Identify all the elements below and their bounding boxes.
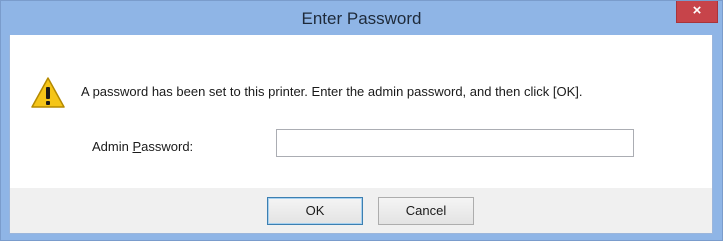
window-title: Enter Password: [301, 9, 422, 28]
label-suffix: assword:: [141, 139, 194, 154]
admin-password-label: Admin Password:: [92, 139, 193, 154]
warning-icon: [31, 77, 65, 108]
label-prefix: Admin: [92, 139, 133, 154]
title-bar[interactable]: Enter Password ×: [1, 1, 722, 35]
ok-button[interactable]: OK: [267, 197, 363, 225]
cancel-button[interactable]: Cancel: [378, 197, 474, 225]
admin-password-input[interactable]: [276, 129, 634, 157]
label-mnemonic: P: [132, 139, 142, 154]
close-button[interactable]: ×: [676, 1, 718, 23]
message-text: A password has been set to this printer.…: [81, 84, 583, 99]
enter-password-dialog: Enter Password × A password has been set…: [0, 0, 723, 241]
